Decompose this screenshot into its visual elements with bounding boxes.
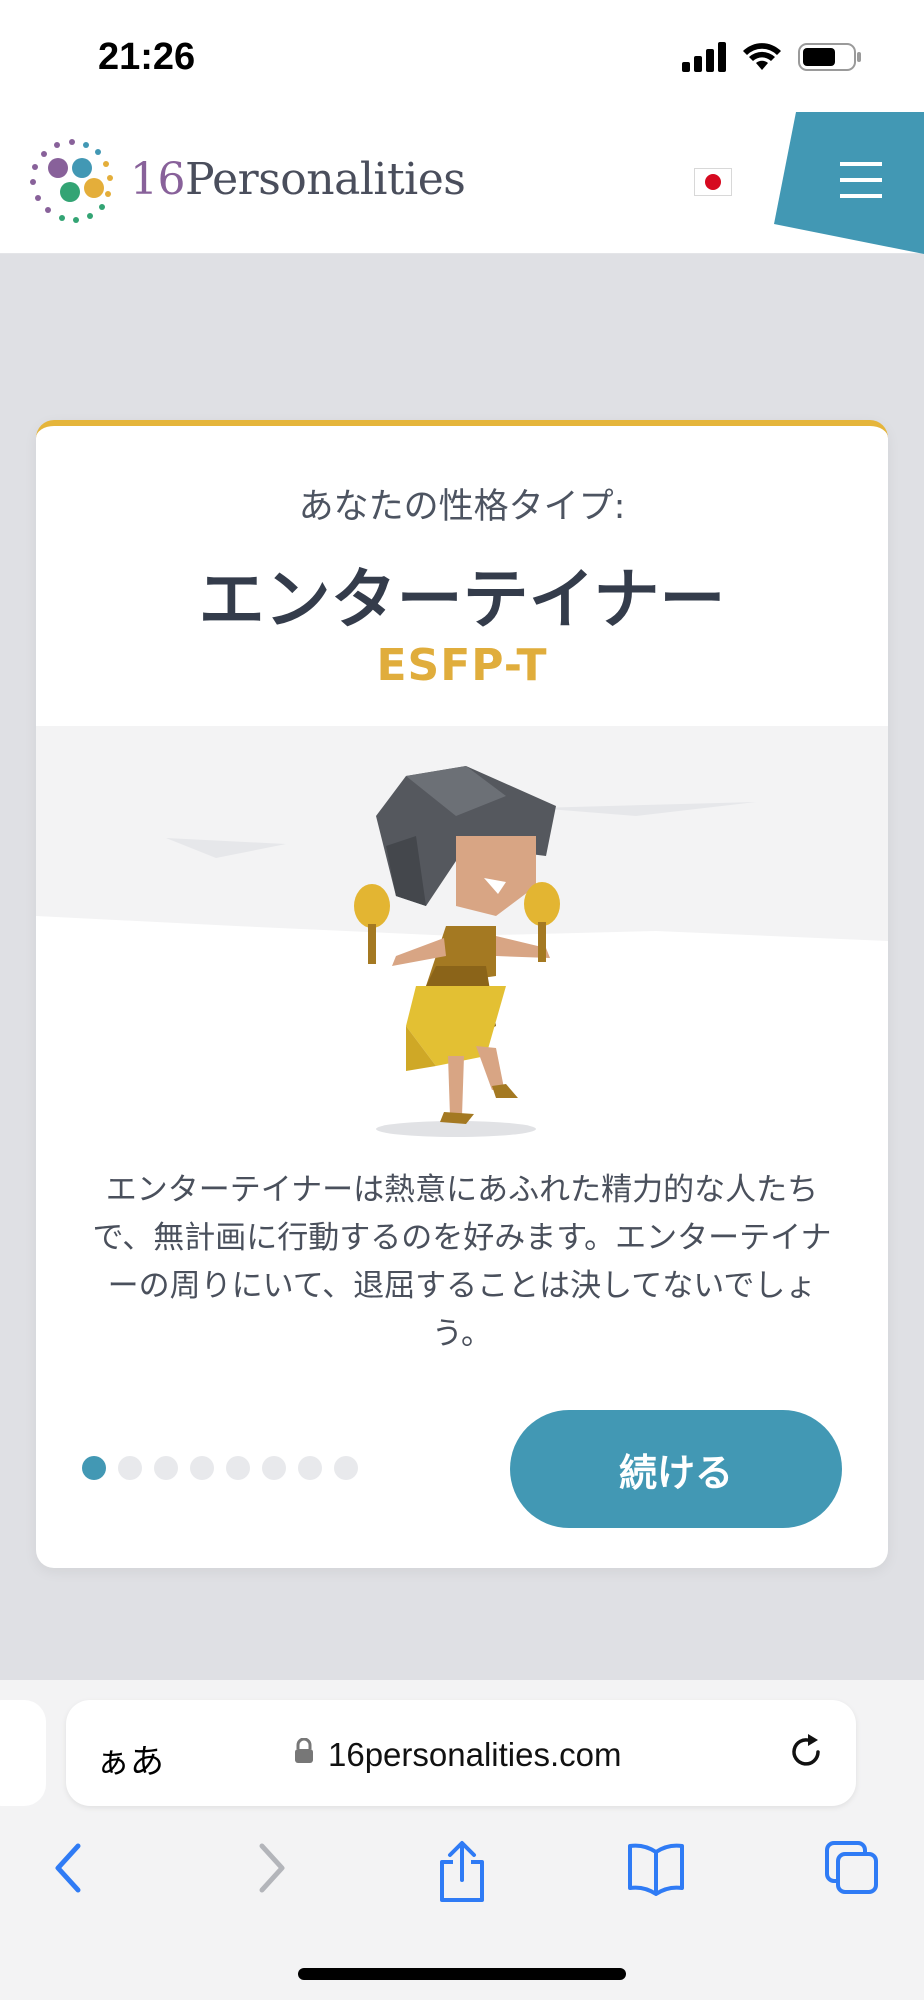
battery-icon [798,43,861,71]
address-bar[interactable]: ぁあ 16personalities.com [66,1700,856,1806]
tabs-icon[interactable] [824,1840,880,1896]
personality-type-code: ESFP-T [376,640,548,691]
pager-dot[interactable] [190,1456,214,1480]
pager-dot[interactable] [118,1456,142,1480]
reload-icon[interactable] [784,1730,828,1774]
status-icons [682,42,862,72]
lock-icon [295,1738,313,1763]
back-icon[interactable] [50,1840,90,1896]
logo-number: 16 [130,154,186,205]
japan-flag-icon[interactable] [694,168,732,196]
pager-dot[interactable] [154,1456,178,1480]
text-size-button[interactable]: ぁあ [96,1734,164,1783]
pager-dot[interactable] [334,1456,358,1480]
hamburger-menu-icon [840,162,882,166]
pager-dots [82,1456,358,1480]
url-text[interactable]: 16personalities.com [328,1736,622,1774]
forward-icon[interactable] [250,1840,290,1896]
status-bar: 21:26 [0,0,924,112]
browser-toolbar [0,1830,924,1920]
personality-type-title: エンターテイナー [198,561,726,638]
continue-button[interactable]: 続ける [510,1410,842,1528]
personality-description: エンターテイナーは熱意にあふれた精力的な人たちで、無計画に行動するのを好みます。… [92,1172,832,1352]
previous-tab-preview[interactable] [0,1700,46,1806]
status-time: 21:26 [98,36,196,78]
wifi-icon [743,43,781,70]
logo-mark-icon[interactable] [26,134,118,226]
pager-dot[interactable] [82,1456,106,1480]
pager-dot[interactable] [262,1456,286,1480]
pager-dot[interactable] [226,1456,250,1480]
bookmarks-icon[interactable] [626,1840,686,1896]
logo-word: Personalities [185,154,466,205]
browser-bottom-area: ぁあ 16personalities.com [0,1680,924,2000]
share-icon[interactable] [436,1840,488,1904]
pager-dot[interactable] [298,1456,322,1480]
cellular-signal-icon [682,42,726,72]
logo-text[interactable]: 16Personalities [130,154,466,205]
site-header: 16Personalities [0,112,924,254]
home-indicator[interactable] [298,1968,626,1980]
entertainer-illustration [36,726,888,1146]
personality-card: あなたの性格タイプ: エンターテイナー ESFP-T エンターテイナーは熱意にあ… [36,420,888,1568]
card-subtitle: あなたの性格タイプ: [298,487,626,527]
flag-circle [705,174,721,190]
hamburger-menu-button[interactable] [774,112,924,254]
